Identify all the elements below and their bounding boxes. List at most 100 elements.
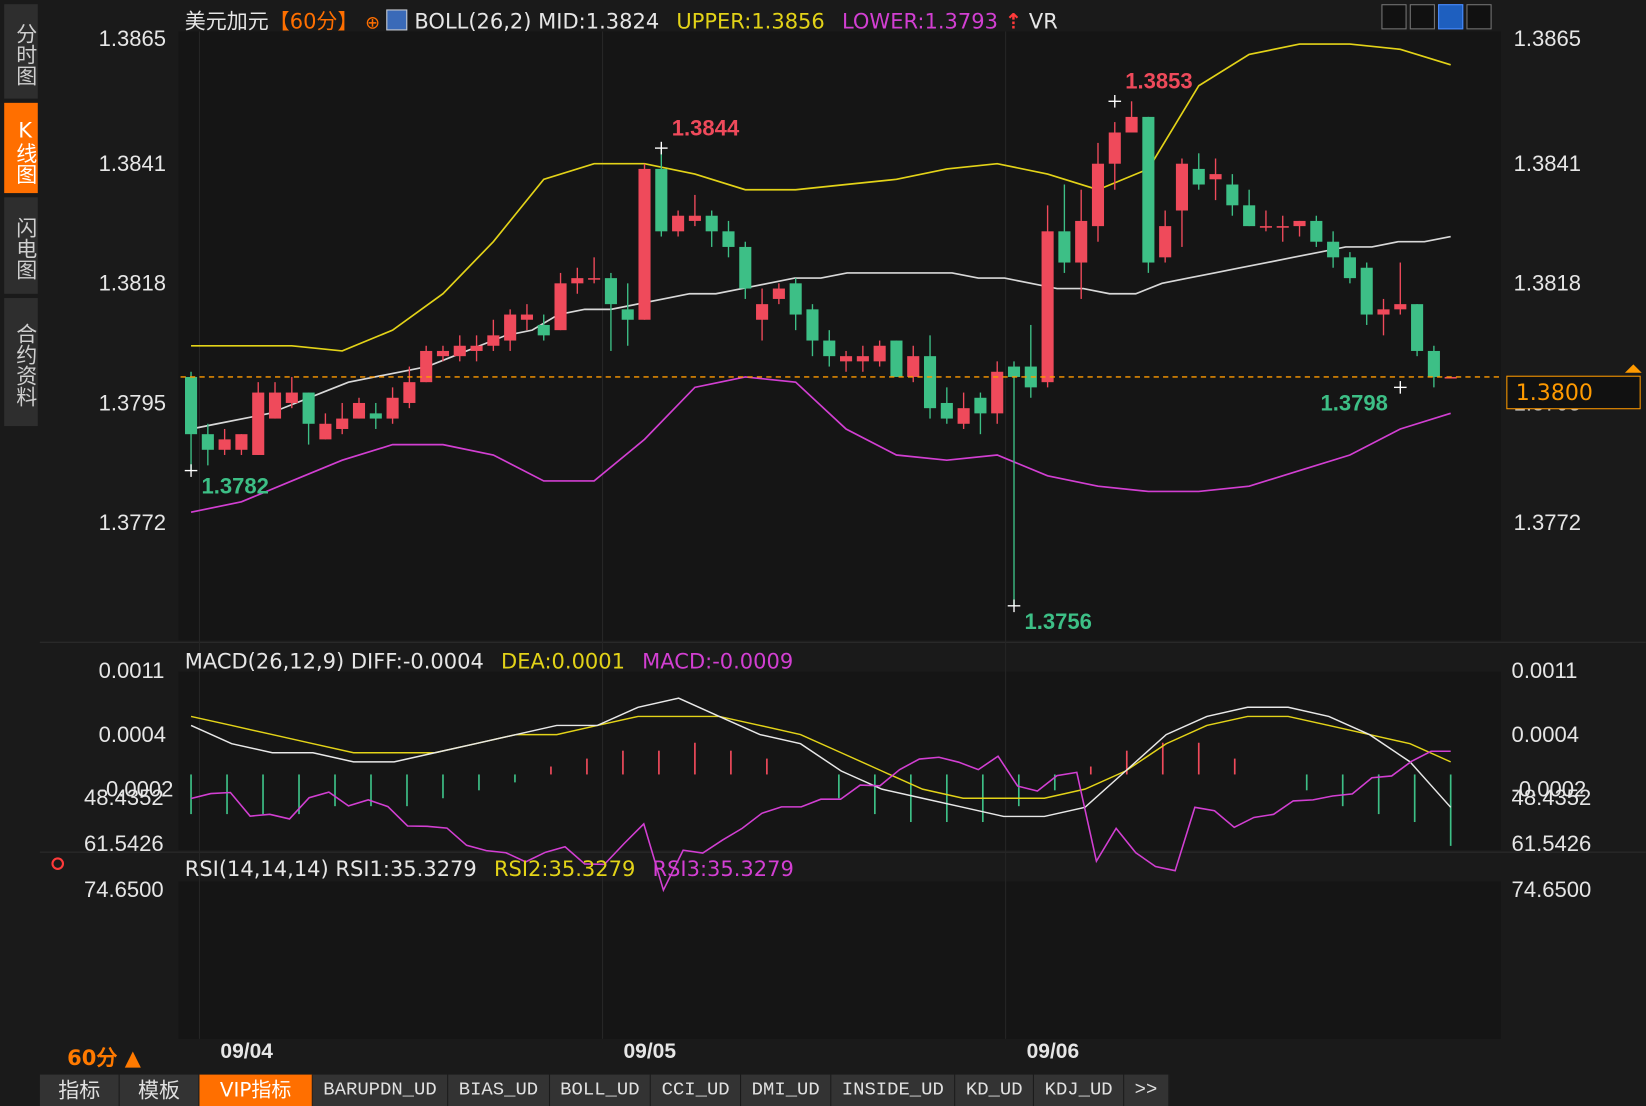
candle-body bbox=[638, 168, 651, 320]
y-tick-label-right: 1.3865 bbox=[1514, 26, 1581, 51]
candle-body bbox=[504, 314, 517, 341]
macd-y-tick-right: 0.0004 bbox=[1512, 722, 1579, 747]
chart-canvas[interactable]: 09/04 09/05 09/06 1.3865 1.3865 1.3841 1.3841 1… bbox=[0, 0, 1646, 1106]
candle-body bbox=[1411, 304, 1424, 351]
tab-barupdn[interactable]: BARUPDN_UD bbox=[312, 1074, 449, 1106]
candle-body bbox=[537, 324, 550, 336]
candle-body bbox=[218, 439, 231, 450]
candle-body bbox=[1343, 257, 1356, 279]
macd-header: MACD(26,12,9) DIFF:-0.0004 DEA:0.0001 MA… bbox=[185, 649, 793, 674]
tab-inside[interactable]: INSIDE_UD bbox=[831, 1074, 956, 1106]
candle-body bbox=[184, 376, 198, 435]
sidebar-tab-timeshare[interactable]: 分时图 bbox=[4, 4, 38, 99]
sidebar-tab-flash[interactable]: 闪电图 bbox=[4, 197, 38, 294]
rsi-pane-bg bbox=[178, 881, 1502, 1039]
candle-body bbox=[201, 434, 214, 450]
candle-body bbox=[756, 304, 769, 320]
candle-body bbox=[1226, 184, 1239, 206]
candle-body bbox=[386, 397, 399, 419]
bar-chart-icon[interactable] bbox=[1409, 4, 1435, 30]
candle-body bbox=[1327, 241, 1340, 258]
indicator-chart-icon[interactable] bbox=[386, 9, 408, 31]
y-tick-label-left: 1.3795 bbox=[99, 390, 166, 415]
vr-indicator[interactable]: VR bbox=[1029, 8, 1058, 33]
tab-vip-indicators[interactable]: VIP指标 bbox=[199, 1074, 313, 1106]
y-tick-label-left: 1.3865 bbox=[99, 26, 166, 51]
triangle-up-icon: ▲ bbox=[124, 1045, 141, 1071]
price-marker-icon bbox=[1624, 364, 1642, 373]
tab-cci[interactable]: CCI_UD bbox=[651, 1074, 742, 1106]
tab-kd[interactable]: KD_UD bbox=[955, 1074, 1035, 1106]
crosshair-icon[interactable]: ⊕ bbox=[365, 13, 380, 34]
candle-body bbox=[319, 423, 332, 440]
extreme-label: 1.3756 bbox=[1025, 609, 1092, 634]
candle-body bbox=[957, 408, 970, 424]
candle-body bbox=[1377, 309, 1390, 315]
tab-boll[interactable]: BOLL_UD bbox=[549, 1074, 652, 1106]
boll-upper-value: UPPER:1.3856 bbox=[676, 8, 825, 34]
rsi-y-tick-left: 48.4352 bbox=[84, 785, 164, 810]
period-selector[interactable]: 60分 ▲ bbox=[67, 1041, 141, 1071]
candle-body bbox=[923, 356, 937, 409]
candle-body bbox=[1192, 168, 1205, 185]
y-tick-label-left: 1.3841 bbox=[99, 151, 166, 176]
extreme-label: 1.3853 bbox=[1125, 69, 1192, 94]
candle-body bbox=[235, 434, 248, 450]
candle-body bbox=[588, 278, 601, 280]
candle-body bbox=[1259, 226, 1272, 228]
candle-body bbox=[907, 356, 920, 377]
candle-body bbox=[1209, 174, 1222, 180]
candle-body bbox=[1108, 132, 1121, 164]
candle-body bbox=[1175, 163, 1189, 211]
tab-bias[interactable]: BIAS_UD bbox=[448, 1074, 550, 1106]
candle-body bbox=[856, 356, 869, 362]
tab-templates[interactable]: 模板 bbox=[119, 1074, 200, 1106]
sidebar-tab-kline[interactable]: K线图 bbox=[4, 102, 38, 194]
boll-lower-value: LOWER:1.3793 bbox=[841, 8, 998, 34]
y-tick-label-right: 1.3772 bbox=[1514, 510, 1581, 535]
tab-kdj[interactable]: KDJ_UD bbox=[1034, 1074, 1125, 1106]
tab-more[interactable]: >> bbox=[1124, 1074, 1169, 1106]
y-tick-label-left: 1.3772 bbox=[99, 510, 166, 535]
candle-body bbox=[487, 335, 500, 346]
export-icon[interactable] bbox=[1466, 4, 1492, 30]
rsi3-value: RSI3:35.3279 bbox=[652, 856, 794, 882]
candle-body bbox=[285, 392, 298, 403]
candle-body bbox=[1360, 267, 1373, 315]
tab-dmi[interactable]: DMI_UD bbox=[741, 1074, 832, 1106]
candle-body bbox=[1007, 366, 1021, 377]
sidebar-tab-contract[interactable]: 合约资料 bbox=[4, 298, 38, 427]
macd-y-tick-right: 0.0011 bbox=[1512, 658, 1578, 683]
tab-indicators[interactable]: 指标 bbox=[39, 1074, 120, 1106]
macd-y-tick-left: 0.0011 bbox=[99, 658, 165, 683]
candle-body bbox=[722, 231, 735, 247]
rsi-y-tick-right: 61.5426 bbox=[1512, 831, 1592, 856]
candle-body bbox=[1427, 350, 1440, 377]
x-tick-label: 09/06 bbox=[1027, 1040, 1080, 1063]
grid-layout-icon[interactable] bbox=[1381, 4, 1407, 30]
candle-body bbox=[1293, 220, 1306, 227]
candle-body bbox=[1310, 220, 1323, 242]
extreme-label: 1.3782 bbox=[202, 474, 269, 499]
sidebar: 分时图 K线图 闪电图 合约资料 bbox=[0, 0, 38, 1106]
y-tick-label-left: 1.3818 bbox=[99, 271, 166, 296]
candle-body bbox=[688, 215, 701, 221]
boll-name: BOLL(26,2) bbox=[414, 8, 532, 34]
candle-body bbox=[571, 278, 584, 284]
candle-body bbox=[1058, 231, 1071, 263]
candle-body bbox=[655, 168, 668, 232]
drawing-tool-icon[interactable] bbox=[1438, 4, 1464, 30]
period-label: 60分 bbox=[67, 1045, 118, 1071]
candle-body bbox=[268, 392, 282, 419]
macd-diff-value: DIFF:-0.0004 bbox=[350, 648, 484, 674]
arrow-up-icon[interactable]: ⇡ bbox=[1005, 8, 1023, 33]
candle-body bbox=[604, 278, 617, 305]
candle-body bbox=[1041, 231, 1054, 383]
candle-body bbox=[453, 345, 466, 357]
candle-body bbox=[974, 397, 987, 414]
macd-pane-bg bbox=[178, 671, 1502, 851]
candle-body bbox=[991, 371, 1004, 414]
rsi-header: RSI(14,14,14) RSI1:35.3279 RSI2:35.3279 … bbox=[185, 856, 794, 881]
extreme-label: 1.3844 bbox=[672, 116, 740, 141]
candle-body bbox=[806, 309, 819, 341]
